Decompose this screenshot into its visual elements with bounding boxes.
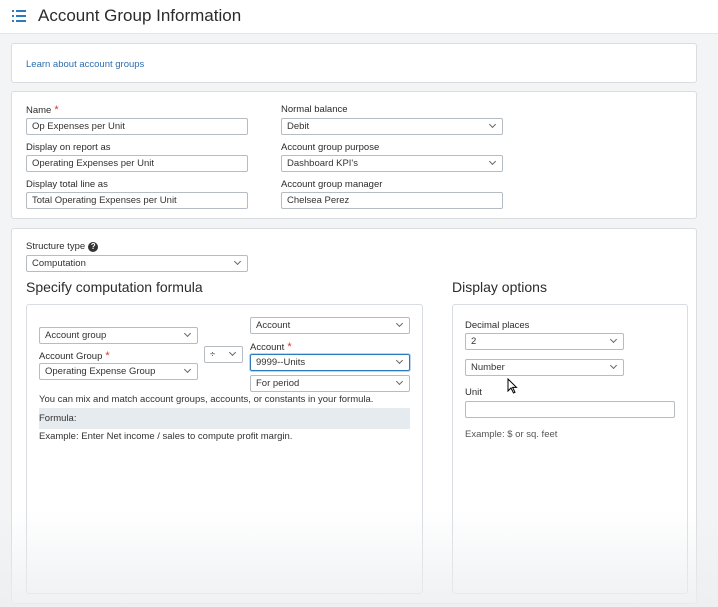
normal-balance-label: Normal balance [281, 104, 348, 115]
display-total-line-input[interactable]: Total Operating Expenses per Unit [26, 192, 248, 209]
chevron-down-icon [183, 329, 192, 338]
chevron-down-icon [609, 335, 618, 344]
unit-example: Example: $ or sq. feet [465, 429, 558, 440]
structure-panel: Structure type? Computation Specify comp… [11, 228, 697, 604]
display-on-report-input[interactable]: Operating Expenses per Unit [26, 155, 248, 172]
formula-box: Account group Account Group * Operating E… [26, 304, 423, 594]
required-marker: * [105, 350, 110, 362]
formula-bar [39, 408, 410, 429]
formula-example: Example: Enter Net income / sales to com… [39, 431, 293, 442]
period-select[interactable]: For period [250, 375, 410, 392]
account-group-label: Account Group * [39, 350, 110, 362]
display-options-title: Display options [452, 279, 547, 295]
purpose-label: Account group purpose [281, 142, 380, 153]
structure-type-select[interactable]: Computation [26, 255, 248, 272]
formula-title: Specify computation formula [26, 279, 203, 295]
account-select[interactable]: 9999--Units [250, 354, 410, 371]
details-panel: Name * Op Expenses per Unit Display on re… [11, 91, 697, 219]
chevron-down-icon [609, 361, 618, 370]
mix-note: You can mix and match account groups, ac… [39, 394, 374, 405]
normal-balance-select[interactable]: Debit [281, 118, 503, 135]
chevron-down-icon [395, 319, 404, 328]
chevron-down-icon [395, 356, 404, 365]
display-on-report-label: Display on report as [26, 142, 111, 153]
account-label: Account * [250, 341, 292, 353]
list-menu-icon[interactable] [12, 10, 26, 22]
structure-type-label: Structure type? [26, 241, 99, 252]
info-panel: Learn about account groups [11, 43, 697, 83]
chevron-down-icon [233, 257, 242, 266]
chevron-down-icon [488, 157, 497, 166]
manager-label: Account group manager [281, 179, 383, 190]
chevron-down-icon [183, 365, 192, 374]
page-title: Account Group Information [38, 6, 242, 25]
learn-account-groups-link[interactable]: Learn about account groups [26, 59, 144, 70]
name-label: Name * [26, 104, 59, 116]
page-header: Account Group Information [0, 0, 718, 34]
right-type-select[interactable]: Account [250, 317, 410, 334]
name-input[interactable]: Op Expenses per Unit [26, 118, 248, 135]
unit-label: Unit [465, 387, 482, 398]
unit-input[interactable] [465, 401, 675, 418]
decimal-places-label: Decimal places [465, 320, 530, 331]
mouse-cursor-icon [507, 377, 518, 397]
manager-input[interactable]: Chelsea Perez [281, 192, 503, 209]
display-total-line-label: Display total line as [26, 179, 108, 190]
account-group-select[interactable]: Operating Expense Group [39, 363, 198, 380]
chevron-down-icon [228, 348, 237, 357]
chevron-down-icon [488, 120, 497, 129]
display-options-box: Decimal places 2 Number Unit Example: $ … [452, 304, 688, 594]
chevron-down-icon [395, 377, 404, 386]
formula-label: Formula: [39, 413, 77, 424]
required-marker: * [54, 104, 59, 116]
purpose-select[interactable]: Dashboard KPI's [281, 155, 503, 172]
operator-select[interactable]: ÷ [204, 346, 243, 363]
number-format-select[interactable]: Number [465, 359, 624, 376]
help-icon[interactable]: ? [88, 242, 99, 252]
required-marker: * [287, 341, 292, 353]
left-type-select[interactable]: Account group [39, 327, 198, 344]
decimal-places-select[interactable]: 2 [465, 333, 624, 350]
